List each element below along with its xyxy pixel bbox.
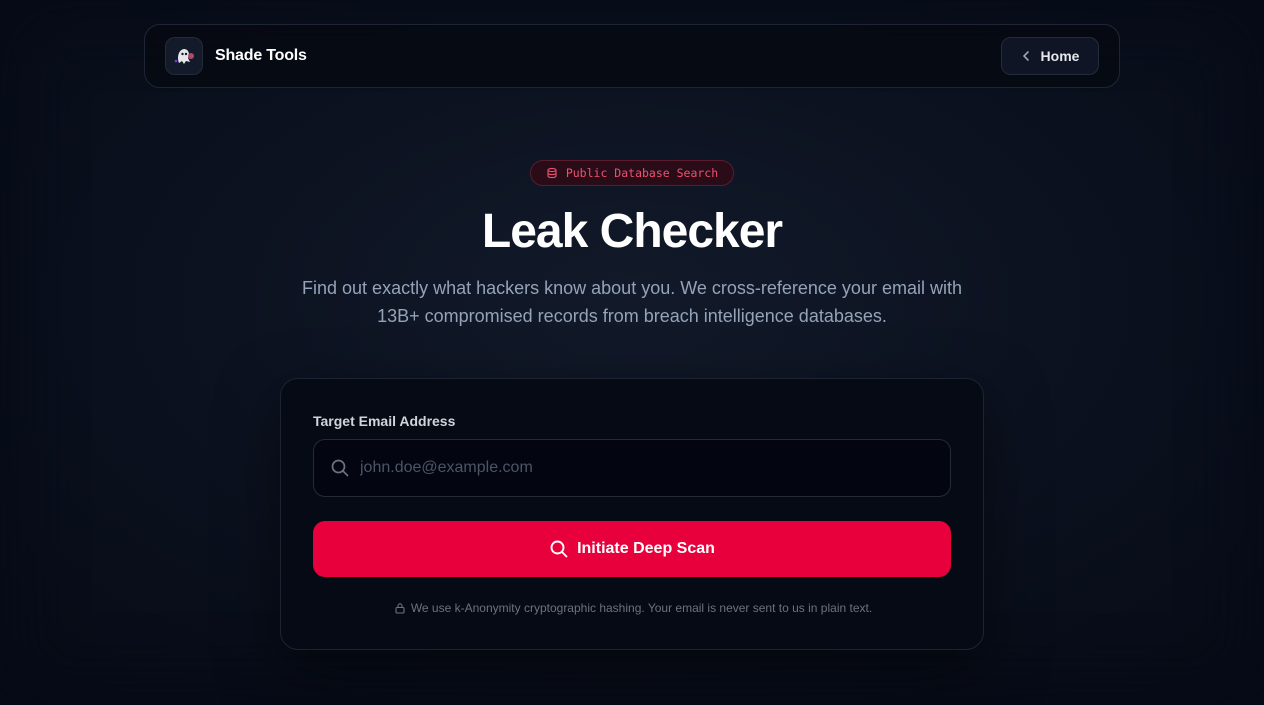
email-field-label: Target Email Address	[313, 413, 456, 429]
leak-check-form-card: Target Email Address Initiate Deep Scan …	[280, 378, 984, 650]
home-button[interactable]: Home	[1001, 37, 1099, 75]
home-button-label: Home	[1040, 48, 1080, 64]
page-title: Leak Checker	[481, 205, 783, 258]
ghost-logo-icon	[165, 37, 203, 75]
search-icon	[549, 539, 569, 559]
email-input[interactable]	[360, 440, 950, 496]
page-subtitle: Find out exactly what hackers know about…	[302, 278, 962, 326]
brand[interactable]: Shade Tools	[165, 37, 307, 75]
database-icon	[546, 167, 558, 179]
privacy-note: We use k-Anonymity cryptographic hashing…	[281, 601, 985, 615]
email-field[interactable]	[313, 439, 951, 497]
badge-label: Public Database Search	[565, 166, 719, 180]
search-icon	[330, 458, 350, 478]
public-database-badge: Public Database Search	[530, 160, 734, 186]
chevron-left-icon	[1021, 50, 1031, 62]
brand-name: Shade Tools	[215, 47, 307, 64]
privacy-note-text: We use k-Anonymity cryptographic hashing…	[410, 601, 873, 615]
lock-icon	[394, 602, 406, 614]
scan-button-label: Initiate Deep Scan	[577, 540, 715, 557]
initiate-deep-scan-button[interactable]: Initiate Deep Scan	[313, 521, 951, 577]
top-navbar: Shade Tools Home	[144, 24, 1120, 88]
